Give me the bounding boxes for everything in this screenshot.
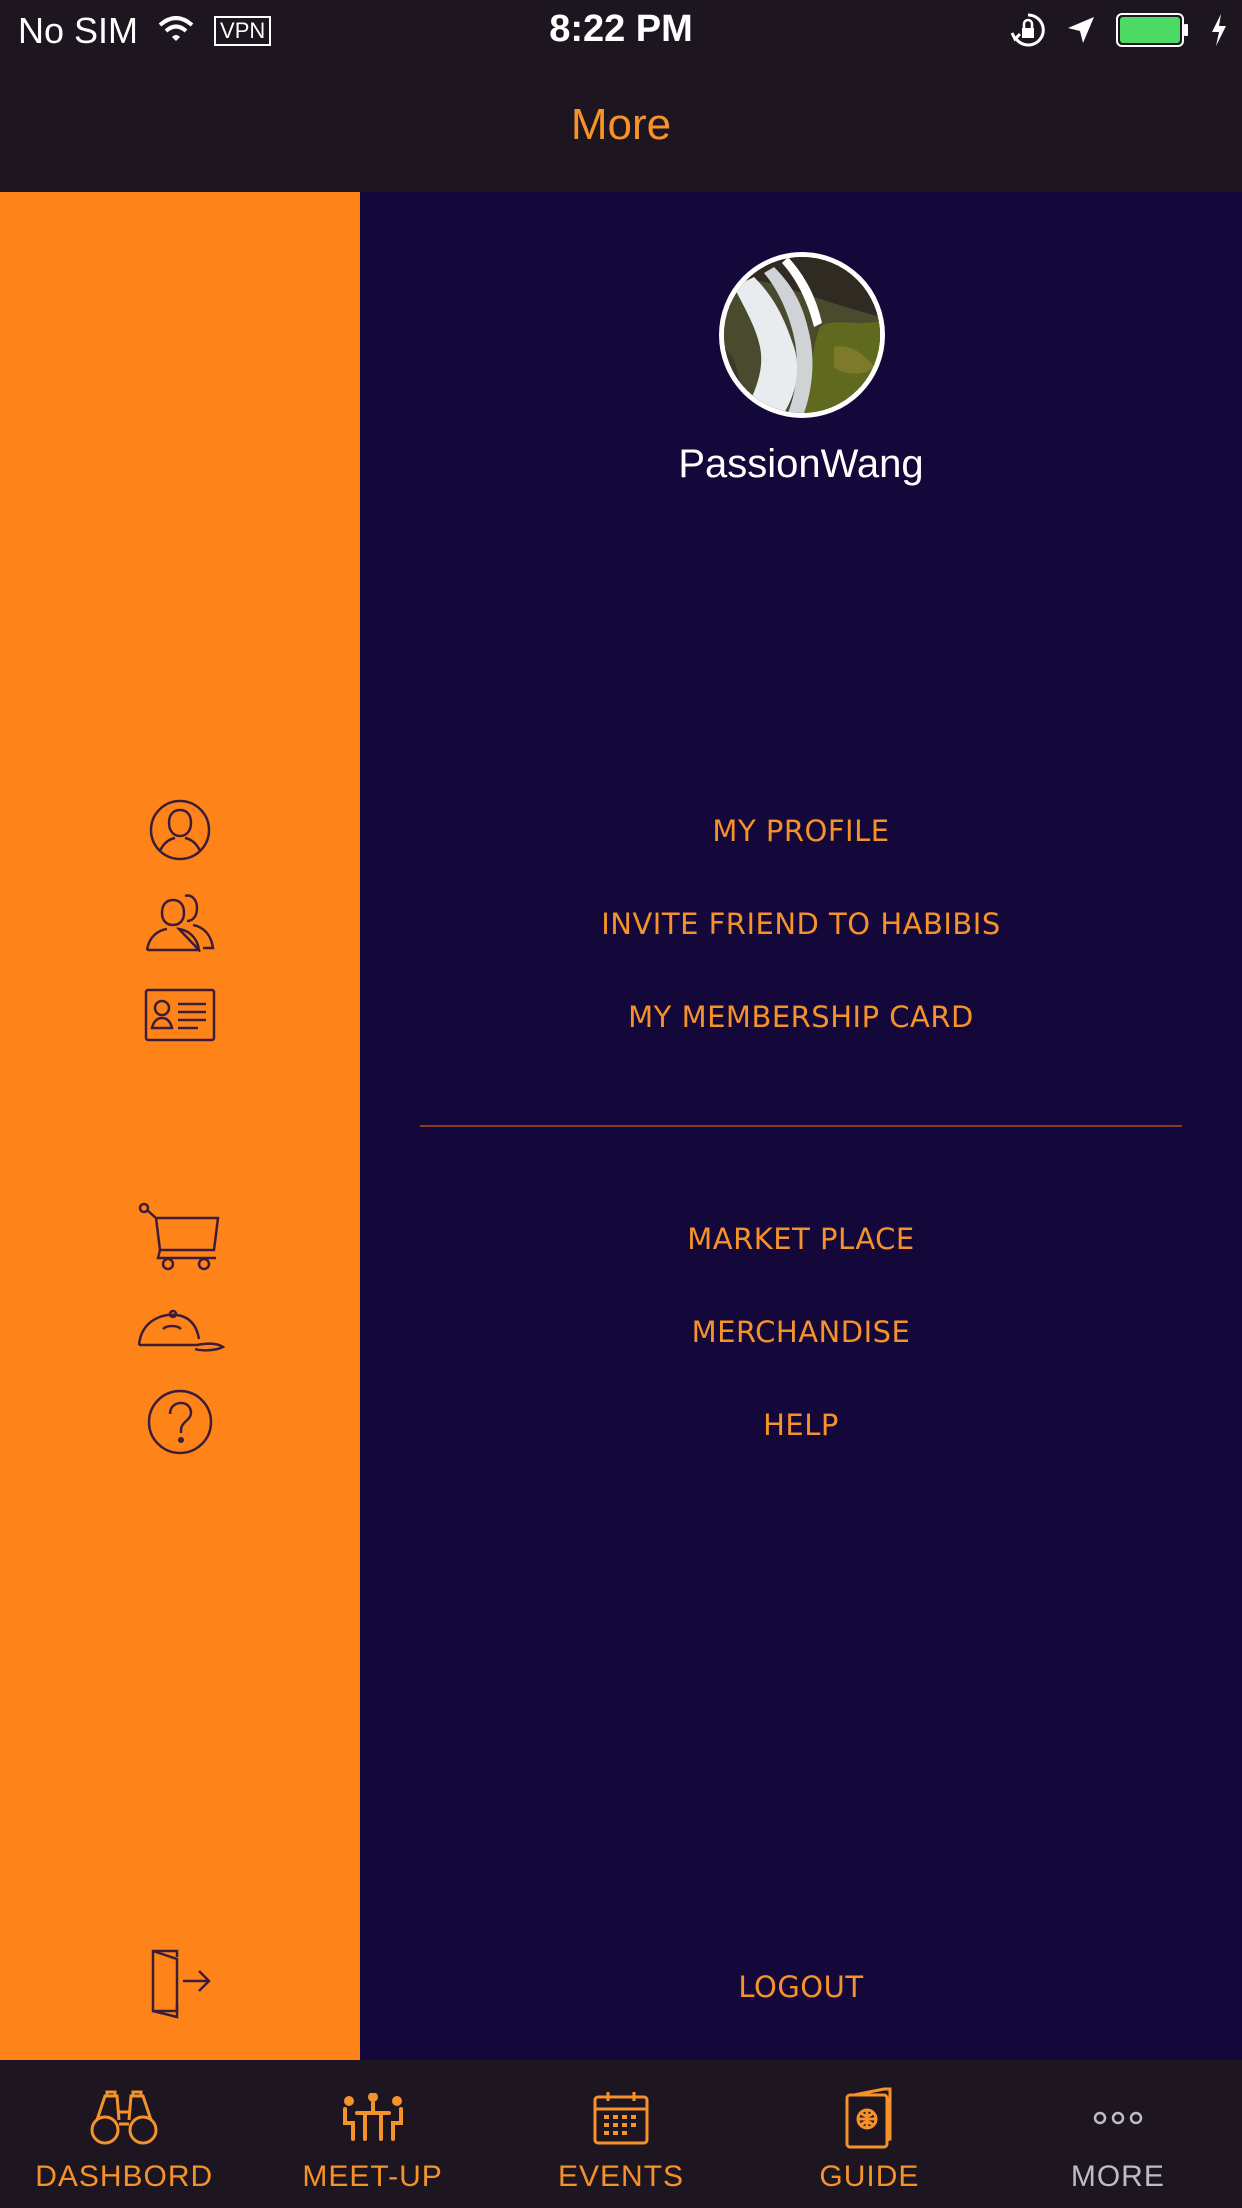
calendar-icon xyxy=(497,2086,745,2150)
tab-label: MEET-UP xyxy=(302,2160,443,2193)
tab-events[interactable]: EVENTS xyxy=(497,2060,745,2208)
battery-icon xyxy=(1116,13,1190,47)
help-link[interactable]: HELP xyxy=(360,1408,1242,1442)
more-dots-icon xyxy=(994,2086,1242,2150)
user-icon[interactable] xyxy=(130,790,230,870)
membership-card-link[interactable]: MY MEMBERSHIP CARD xyxy=(360,1000,1242,1034)
tab-guide[interactable]: GUIDE xyxy=(745,2060,993,2208)
invite-friend-link[interactable]: INVITE FRIEND TO HABIBIS xyxy=(360,907,1242,941)
id-card-icon[interactable] xyxy=(130,975,230,1055)
avatar[interactable] xyxy=(719,252,885,418)
tab-more[interactable]: MORE xyxy=(994,2060,1242,2208)
tab-label: EVENTS xyxy=(558,2160,685,2193)
tab-label: GUIDE xyxy=(819,2160,920,2193)
tab-dashboard[interactable]: DASHBORD xyxy=(0,2060,248,2208)
charging-icon xyxy=(1210,13,1228,47)
logout-link[interactable]: LOGOUT xyxy=(360,1970,1242,2004)
nav-bar: More xyxy=(0,62,1242,192)
binoculars-icon xyxy=(0,2086,248,2150)
username: PassionWang xyxy=(678,442,924,486)
cart-icon[interactable] xyxy=(130,1197,230,1277)
merchandise-link[interactable]: MERCHANDISE xyxy=(360,1315,1242,1349)
location-icon xyxy=(1066,15,1096,45)
rotation-lock-icon xyxy=(1010,12,1046,48)
status-right xyxy=(990,12,1228,48)
side-icon-rail xyxy=(0,192,360,2060)
help-icon[interactable] xyxy=(130,1382,230,1462)
page-title: More xyxy=(570,100,672,149)
market-place-link[interactable]: MARKET PLACE xyxy=(360,1222,1242,1256)
menu-panel: PassionWang MY PROFILE INVITE FRIEND TO … xyxy=(360,192,1242,2060)
meetup-icon xyxy=(248,2086,496,2150)
tab-label: MORE xyxy=(1070,2160,1165,2193)
logout-icon[interactable] xyxy=(130,1944,230,2024)
tab-label: DASHBORD xyxy=(35,2160,214,2193)
my-profile-link[interactable]: MY PROFILE xyxy=(360,814,1242,848)
friends-icon[interactable] xyxy=(130,882,230,962)
status-bar: No SIM VPN 8:22 PM xyxy=(0,0,1242,62)
tab-bar: DASHBORD MEET-UP EVENTS GUIDE MORE xyxy=(0,2060,1242,2208)
menu-divider xyxy=(420,1125,1182,1127)
passport-icon xyxy=(745,2086,993,2150)
cap-icon[interactable] xyxy=(130,1290,230,1370)
tab-meet-up[interactable]: MEET-UP xyxy=(248,2060,496,2208)
